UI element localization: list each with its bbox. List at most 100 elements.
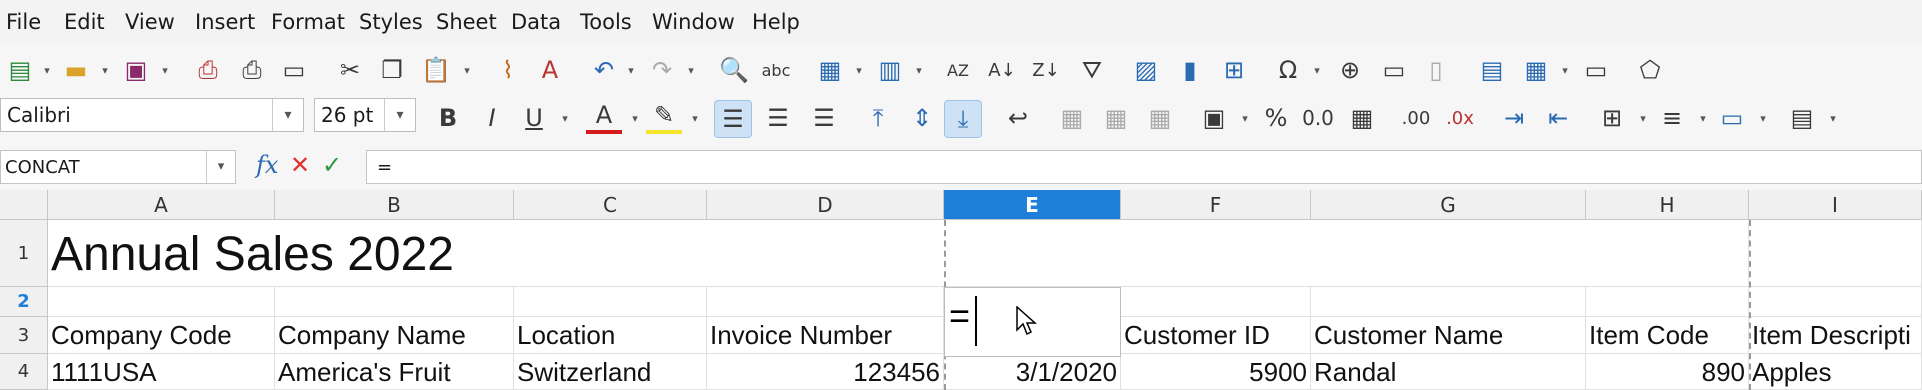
row-header-3[interactable]: 3 bbox=[0, 317, 48, 354]
cell-e4[interactable]: 3/1/2020 bbox=[944, 354, 1121, 390]
row-header-1[interactable]: 1 bbox=[0, 220, 48, 287]
column-header-a[interactable]: A bbox=[48, 190, 275, 220]
font-size-combo[interactable]: 26 pt ▾ bbox=[314, 98, 416, 132]
paste-dropdown-icon[interactable]: ▾ bbox=[460, 52, 474, 88]
function-wizard-icon[interactable]: fx bbox=[256, 151, 278, 179]
align-middle-icon[interactable]: ⇕ bbox=[904, 100, 940, 136]
underline-icon[interactable]: U bbox=[516, 100, 552, 136]
chevron-down-icon[interactable]: ▾ bbox=[206, 151, 235, 183]
cell-b2[interactable] bbox=[275, 287, 514, 317]
cell-h1[interactable] bbox=[1586, 220, 1749, 287]
column-header-d[interactable]: D bbox=[707, 190, 944, 220]
unmerge-cells-icon[interactable]: ▦ bbox=[1142, 100, 1178, 136]
chevron-down-icon[interactable]: ▾ bbox=[272, 99, 303, 131]
chart-icon[interactable]: ▮ bbox=[1172, 52, 1208, 88]
save-dropdown-icon[interactable]: ▾ bbox=[158, 52, 172, 88]
menu-help[interactable]: Help bbox=[752, 10, 800, 34]
accept-icon[interactable]: ✓ bbox=[322, 151, 342, 179]
column-header-h[interactable]: H bbox=[1586, 190, 1749, 220]
cell-d4[interactable]: 123456 bbox=[707, 354, 944, 390]
border-color-dropdown-icon[interactable]: ▾ bbox=[1756, 100, 1770, 136]
print-preview-icon[interactable]: ▭ bbox=[276, 52, 312, 88]
cell-b4[interactable]: America's Fruit bbox=[275, 354, 514, 390]
undo-dropdown-icon[interactable]: ▾ bbox=[624, 52, 638, 88]
menu-data[interactable]: Data bbox=[511, 10, 561, 34]
cell-a4[interactable]: 1111USA bbox=[48, 354, 275, 390]
column-header-b[interactable]: B bbox=[275, 190, 514, 220]
image-icon[interactable]: ▨ bbox=[1128, 52, 1164, 88]
hyperlink-icon[interactable]: ⊕ bbox=[1332, 52, 1368, 88]
currency-dropdown-icon[interactable]: ▾ bbox=[1238, 100, 1252, 136]
save-icon[interactable]: ▣ bbox=[118, 52, 154, 88]
conditional-dropdown-icon[interactable]: ▾ bbox=[1826, 100, 1840, 136]
row-header-4[interactable]: 4 bbox=[0, 354, 48, 390]
paste-icon[interactable]: 📋 bbox=[418, 52, 454, 88]
cell-c3[interactable]: Location bbox=[514, 317, 707, 354]
menu-styles[interactable]: Styles bbox=[359, 10, 423, 34]
conditional-icon[interactable]: ▤ bbox=[1784, 100, 1820, 136]
cell-d3[interactable]: Invoice Number bbox=[707, 317, 944, 354]
cell-h4[interactable]: 890 bbox=[1586, 354, 1749, 390]
cell-d2[interactable] bbox=[707, 287, 944, 317]
italic-icon[interactable]: I bbox=[474, 100, 510, 136]
column-icon[interactable]: ▥ bbox=[872, 52, 908, 88]
menu-tools[interactable]: Tools bbox=[580, 10, 632, 34]
sort-ascending-icon[interactable]: A↓ bbox=[984, 52, 1020, 88]
menu-sheet[interactable]: Sheet bbox=[436, 10, 497, 34]
cell-h3[interactable]: Item Code bbox=[1586, 317, 1749, 354]
percent-icon[interactable]: % bbox=[1258, 100, 1294, 136]
cell-f3[interactable]: Customer ID bbox=[1121, 317, 1311, 354]
delete-decimal-icon[interactable]: .0x bbox=[1442, 100, 1478, 136]
open-icon[interactable]: ▬ bbox=[58, 52, 94, 88]
cell-b3[interactable]: Company Name bbox=[275, 317, 514, 354]
cell-c4[interactable]: Switzerland bbox=[514, 354, 707, 390]
bold-icon[interactable]: B bbox=[430, 100, 466, 136]
undo-icon[interactable]: ↶ bbox=[586, 52, 622, 88]
menu-edit[interactable]: Edit bbox=[64, 10, 105, 34]
spelling-icon[interactable]: abc bbox=[758, 52, 794, 88]
align-bottom-icon[interactable]: ⤓ bbox=[944, 100, 982, 138]
number-format-icon[interactable]: 0.0 bbox=[1300, 100, 1336, 136]
cell-a2[interactable] bbox=[48, 287, 275, 317]
font-name-combo[interactable]: Calibri ▾ bbox=[0, 98, 304, 132]
cancel-icon[interactable]: ✕ bbox=[290, 151, 310, 179]
borders-icon[interactable]: ⊞ bbox=[1594, 100, 1630, 136]
print-icon[interactable]: ⎙ bbox=[234, 52, 270, 88]
column-header-c[interactable]: C bbox=[514, 190, 707, 220]
cell-g4[interactable]: Randal bbox=[1311, 354, 1586, 390]
font-color-dropdown-icon[interactable]: ▾ bbox=[628, 100, 642, 136]
increase-indent-icon[interactable]: ⇥ bbox=[1496, 100, 1532, 136]
cell-i2[interactable] bbox=[1749, 287, 1922, 317]
cell-i3[interactable]: Item Descripti bbox=[1749, 317, 1922, 354]
column-header-g[interactable]: G bbox=[1311, 190, 1586, 220]
split-window-icon[interactable]: ▭ bbox=[1578, 52, 1614, 88]
clone-formatting-icon[interactable]: ⌇ bbox=[490, 52, 526, 88]
copy-icon[interactable]: ❐ bbox=[374, 52, 410, 88]
cell-i4[interactable]: Apples bbox=[1749, 354, 1922, 390]
column-header-f[interactable]: F bbox=[1121, 190, 1311, 220]
cell-g3[interactable]: Customer Name bbox=[1311, 317, 1586, 354]
menu-insert[interactable]: Insert bbox=[195, 10, 255, 34]
cell-c2[interactable] bbox=[514, 287, 707, 317]
pivot-table-icon[interactable]: ⊞ bbox=[1216, 52, 1252, 88]
merge-cells-icon[interactable]: ▦ bbox=[1098, 100, 1134, 136]
highlight-icon[interactable]: ✎ bbox=[646, 100, 682, 134]
export-pdf-icon[interactable]: ⎙ bbox=[190, 52, 226, 88]
new-icon[interactable]: ▤ bbox=[2, 52, 38, 88]
freeze-icon[interactable]: ▦ bbox=[1518, 52, 1554, 88]
menu-window[interactable]: Window bbox=[652, 10, 735, 34]
highlight-dropdown-icon[interactable]: ▾ bbox=[688, 100, 702, 136]
merge-center-icon[interactable]: ▦ bbox=[1054, 100, 1090, 136]
find-replace-icon[interactable]: 🔍 bbox=[716, 52, 752, 88]
show-draw-functions-icon[interactable]: ⬠ bbox=[1632, 52, 1668, 88]
date-icon[interactable]: ▦ bbox=[1344, 100, 1380, 136]
define-print-area-icon[interactable]: ▤ bbox=[1474, 52, 1510, 88]
cell-g2[interactable] bbox=[1311, 287, 1586, 317]
autofilter-icon[interactable]: ⛛ bbox=[1074, 52, 1110, 88]
redo-dropdown-icon[interactable]: ▾ bbox=[684, 52, 698, 88]
align-right-icon[interactable]: ☰ bbox=[806, 100, 842, 136]
sort-icon[interactable]: AZ bbox=[940, 52, 976, 88]
open-dropdown-icon[interactable]: ▾ bbox=[98, 52, 112, 88]
column-header-e[interactable]: E bbox=[944, 190, 1121, 220]
column-header-i[interactable]: I bbox=[1749, 190, 1922, 220]
